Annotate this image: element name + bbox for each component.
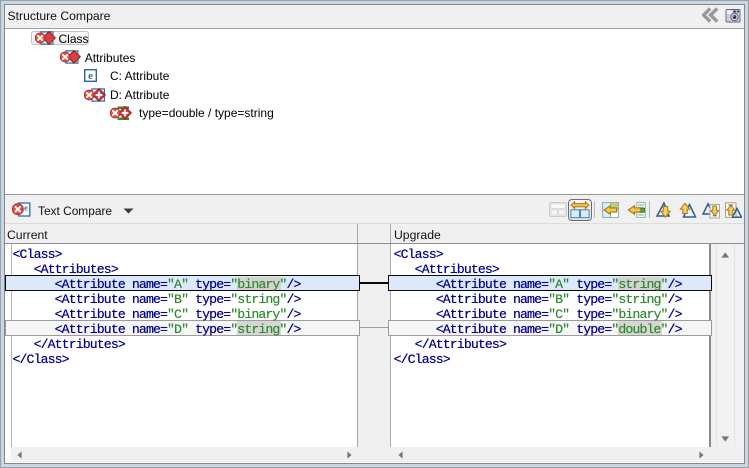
svg-text:e: e — [24, 203, 28, 213]
svg-text:e: e — [88, 71, 93, 82]
